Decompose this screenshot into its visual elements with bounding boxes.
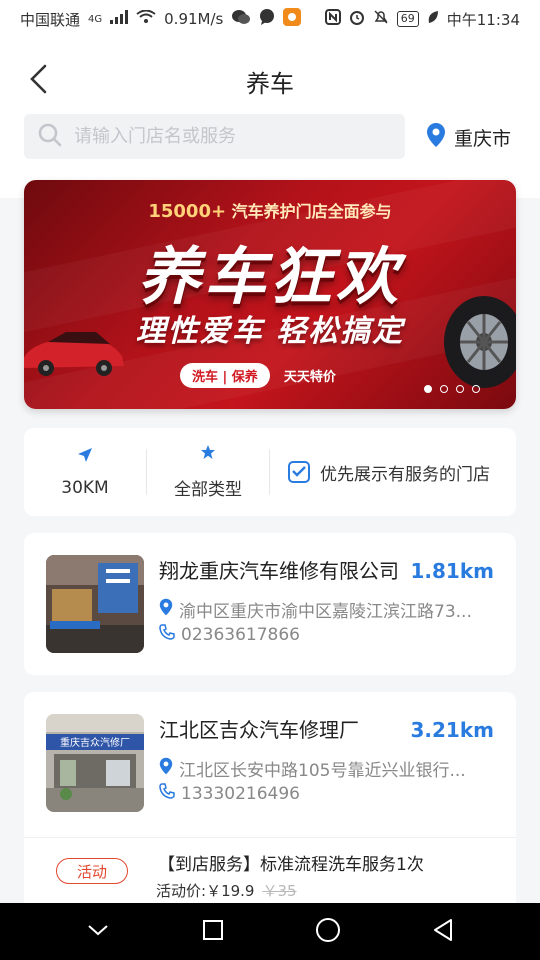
store-phone-row[interactable]: 02363617866	[159, 624, 300, 645]
banner-store-count: 15000+	[148, 201, 227, 222]
system-nav-bar	[0, 903, 540, 960]
banner-tagline-text: 汽车养护门店全面参与	[231, 202, 392, 221]
nav-back-button[interactable]	[423, 912, 463, 952]
carousel-dot[interactable]	[472, 385, 480, 393]
store-sign-text: 重庆吉众汽修厂	[60, 736, 130, 749]
location-pin-icon	[159, 757, 173, 780]
tire-image	[438, 292, 516, 392]
carousel-dot[interactable]	[424, 385, 432, 393]
car-image	[24, 328, 128, 378]
store-address-row: 渝中区重庆市渝中区嘉陵江滨江路73...	[159, 597, 472, 622]
prefer-service-toggle[interactable]: 优先展示有服务的门店	[270, 460, 516, 485]
nav-recents-button[interactable]	[193, 912, 233, 952]
location-pin-icon	[159, 598, 173, 621]
type-filter-label: 全部类型	[174, 480, 242, 500]
chevron-down-icon	[87, 922, 109, 941]
banner-tagline: 15000+ 汽车养护门店全面参与	[24, 198, 516, 222]
navigation-arrow-icon	[77, 447, 93, 468]
store-card[interactable]: 重庆吉众汽修厂 江北区吉众汽车修理厂 3.21km 江北区长安中路105号靠近兴…	[24, 692, 516, 922]
signal-icon	[110, 10, 129, 28]
banner-pill-deal: 天天特价	[283, 369, 336, 385]
wechat-icon	[231, 9, 251, 29]
city-selector[interactable]: 重庆市	[426, 122, 511, 153]
store-distance: 3.21km	[410, 718, 495, 742]
network-label: 4G	[88, 13, 103, 25]
battery-indicator: 69	[396, 11, 419, 27]
activity-tag: 活动	[56, 858, 128, 884]
search-input[interactable]	[74, 126, 374, 147]
store-address-row: 江北区长安中路105号靠近兴业银行...	[159, 756, 466, 781]
square-icon	[202, 919, 224, 945]
store-phone: 13330216496	[181, 783, 300, 804]
store-phone-row[interactable]: 13330216496	[159, 783, 300, 804]
carousel-dot[interactable]	[440, 385, 448, 393]
store-thumbnail	[46, 555, 144, 653]
promo-title: 【到店服务】标准流程洗车服务1次	[158, 855, 424, 875]
store-card[interactable]: 翔龙重庆汽车维修有限公司 1.81km 渝中区重庆市渝中区嘉陵江滨江路73...…	[24, 533, 516, 675]
clock-time: 中午11:34	[446, 10, 520, 29]
checkmark-icon	[292, 462, 306, 482]
mute-icon	[373, 9, 389, 29]
nfc-icon	[324, 9, 341, 29]
promo-price-row: 活动价:￥19.9 ￥35	[156, 880, 297, 901]
carousel-indicator[interactable]	[424, 385, 480, 393]
promo-old-price: ￥35	[262, 882, 297, 900]
nav-home-button[interactable]	[308, 912, 348, 952]
store-address: 渝中区重庆市渝中区嘉陵江滨江路73...	[179, 602, 472, 622]
promo-price-label: 活动价:	[156, 882, 207, 900]
promo-price: ￥19.9	[206, 882, 255, 900]
store-name: 翔龙重庆汽车维修有限公司	[159, 559, 399, 583]
wifi-icon	[136, 9, 156, 28]
banner-pill: 洗车 | 保养 天天特价	[180, 362, 344, 388]
distance-filter-label: 30KM	[61, 477, 109, 498]
store-name: 江北区吉众汽车修理厂	[159, 718, 359, 742]
banner-pill-services: 洗车 | 保养	[180, 362, 270, 388]
carrier-label: 中国联通	[20, 10, 81, 29]
store-thumbnail: 重庆吉众汽修厂	[46, 714, 144, 812]
search-icon	[38, 123, 62, 151]
location-pin-icon	[426, 122, 446, 153]
page-header: 养车 重庆市	[0, 38, 540, 198]
page-title: 养车	[246, 70, 294, 98]
prefer-service-label: 优先展示有服务的门店	[320, 464, 490, 485]
filter-bar: 30KM 全部类型 优先展示有服务的门店	[24, 428, 516, 516]
app-notification-icon	[283, 8, 302, 30]
nav-hide-button[interactable]	[78, 912, 118, 952]
store-distance: 1.81km	[410, 559, 495, 583]
carousel-dot[interactable]	[456, 385, 464, 393]
star-icon	[200, 444, 216, 465]
store-phone: 02363617866	[181, 624, 300, 645]
status-bar: 中国联通 4G 0.91M/s 69 中午11:34	[0, 0, 540, 38]
distance-filter[interactable]: 30KM	[24, 428, 146, 516]
phone-icon	[159, 783, 175, 804]
alarm-icon	[349, 9, 365, 29]
city-label: 重庆市	[454, 128, 512, 150]
triangle-back-icon	[431, 918, 455, 946]
network-speed: 0.91M/s	[164, 10, 224, 28]
phone-icon	[159, 624, 175, 645]
type-filter[interactable]: 全部类型	[147, 428, 269, 516]
promo-banner[interactable]: 15000+ 汽车养护门店全面参与 养车狂欢 理性爱车 轻松搞定 洗车 | 保养…	[24, 180, 516, 409]
circle-icon	[315, 917, 341, 947]
store-address: 江北区长安中路105号靠近兴业银行...	[179, 761, 466, 781]
search-bar[interactable]	[24, 114, 405, 159]
message-icon	[259, 9, 275, 29]
leaf-icon	[427, 10, 439, 28]
prefer-service-checkbox[interactable]	[288, 461, 310, 483]
